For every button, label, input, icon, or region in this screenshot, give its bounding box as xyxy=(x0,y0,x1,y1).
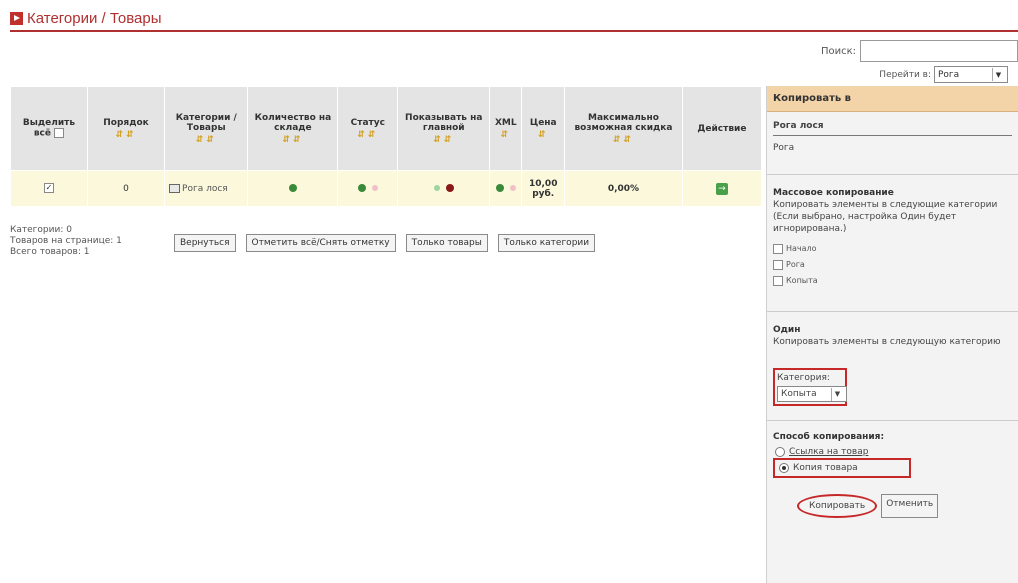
select-all-checkbox[interactable] xyxy=(54,128,65,139)
show-main-cell xyxy=(397,170,491,207)
stats-total: Всего товаров: 1 xyxy=(10,247,90,257)
xml-off-icon[interactable] xyxy=(509,185,516,191)
jump-label: Перейти в: xyxy=(879,69,931,80)
status-on-icon[interactable] xyxy=(357,184,366,192)
cancel-button[interactable]: Отменить xyxy=(881,494,939,518)
action-buttons: Вернуться Отметить всё/Снять отметку Тол… xyxy=(174,234,596,252)
panel-item-title: Рога лося xyxy=(773,120,1012,136)
mass-option[interactable]: Копыта xyxy=(773,275,1012,287)
col-status: Статус ⇵⇵ xyxy=(337,86,399,171)
section-arrow-icon xyxy=(10,11,23,25)
panel-item-section: Рога лося Рога xyxy=(767,112,1018,158)
jump-select[interactable]: Рога ▼ xyxy=(934,66,1008,83)
panel-item-subtitle: Рога xyxy=(773,143,795,153)
back-button[interactable]: Вернуться xyxy=(174,234,236,252)
category-label: Категория: xyxy=(777,373,830,383)
table-row: ✓ 0 Рога лося 10,00 руб. 0,00% → xyxy=(9,170,763,207)
col-select-all: Выделить всё xyxy=(9,86,89,171)
mass-copy-section: Массовое копирование Копировать элементы… xyxy=(767,175,1018,291)
copy-method-section: Способ копирования: Ссылка на товар Копи… xyxy=(767,421,1018,522)
method-link-radio[interactable] xyxy=(775,446,785,457)
sort-arrows-icon[interactable]: ⇵ xyxy=(524,130,562,140)
copy-panel: Копировать в Рога лося Рога Массовое коп… xyxy=(766,86,1018,583)
row-checkbox-cell: ✓ xyxy=(9,170,89,207)
show-main-off-icon[interactable] xyxy=(445,184,454,192)
sort-arrows-icon[interactable]: ⇵⇵ xyxy=(340,130,395,140)
col-action: Действие xyxy=(681,86,763,171)
price-cell: 10,00 руб. xyxy=(521,170,566,207)
col-xml: XML ⇵ xyxy=(489,86,523,171)
order-cell: 0 xyxy=(87,170,166,207)
panel-header: Копировать в xyxy=(767,86,1018,112)
sort-arrows-icon[interactable]: ⇵⇵ xyxy=(400,135,487,145)
chevron-down-icon: ▼ xyxy=(831,387,843,401)
stock-status-icon xyxy=(288,184,297,192)
jump-select-value: Рога xyxy=(938,69,960,80)
edit-arrow-icon[interactable]: → xyxy=(715,182,728,195)
copy-method-title: Способ копирования: xyxy=(773,432,885,442)
mass-copy-desc: Копировать элементы в следующие категори… xyxy=(773,200,998,234)
col-order: Порядок ⇵⇵ xyxy=(87,86,166,171)
toggle-select-button[interactable]: Отметить всё/Снять отметку xyxy=(245,234,396,252)
method-copy-radio[interactable] xyxy=(779,462,789,473)
mass-option-checkbox[interactable] xyxy=(773,276,783,286)
method-link-option[interactable]: Ссылка на товар xyxy=(775,446,1012,458)
mass-option[interactable]: Рога xyxy=(773,259,1012,271)
folder-icon xyxy=(169,183,181,193)
category-select-value: Копыта xyxy=(781,389,817,399)
status-off-icon[interactable] xyxy=(371,185,378,191)
page-title: Категории / Товары xyxy=(27,9,162,27)
action-cell: → xyxy=(681,170,763,207)
row-checkbox[interactable]: ✓ xyxy=(44,183,54,194)
sort-arrows-icon[interactable]: ⇵⇵ xyxy=(90,130,162,140)
search-input[interactable] xyxy=(860,40,1018,62)
single-copy-desc: Копировать элементы в следующую категори… xyxy=(773,337,1001,347)
only-categories-button[interactable]: Только категории xyxy=(497,234,596,252)
xml-on-icon[interactable] xyxy=(495,184,504,192)
product-name-link[interactable]: Рога лося xyxy=(182,184,228,194)
sort-arrows-icon[interactable]: ⇵⇵ xyxy=(567,135,680,145)
single-copy-title: Один xyxy=(773,325,801,335)
col-stock: Количество на складе ⇵⇵ xyxy=(247,86,339,171)
single-copy-section: Один Копировать элементы в следующую кат… xyxy=(767,312,1018,410)
col-categories: Категории / Товары ⇵⇵ xyxy=(164,86,249,171)
sort-arrows-icon[interactable]: ⇵ xyxy=(492,130,519,140)
category-picker: Категория: Копыта ▼ xyxy=(773,368,847,406)
sort-arrows-icon[interactable]: ⇵⇵ xyxy=(250,135,335,145)
copy-button[interactable]: Копировать xyxy=(797,494,878,518)
discount-cell: 0,00% xyxy=(564,170,683,207)
method-copy-option[interactable]: Копия товара xyxy=(773,458,911,478)
category-cell: Рога лося xyxy=(164,170,249,207)
col-price: Цена ⇵ xyxy=(521,86,566,171)
panel-buttons: Копировать Отменить xyxy=(797,494,1012,518)
mass-option-checkbox[interactable] xyxy=(773,260,783,270)
stock-cell xyxy=(247,170,339,207)
show-main-on-icon[interactable] xyxy=(433,185,440,191)
only-products-button[interactable]: Только товары xyxy=(405,234,488,252)
stats-categories: Категории: 0 xyxy=(10,225,72,235)
col-max-discount: Максимально возможная скидка ⇵⇵ xyxy=(564,86,683,171)
mass-option-checkbox[interactable] xyxy=(773,244,783,254)
status-cell xyxy=(337,170,399,207)
chevron-down-icon: ▼ xyxy=(992,68,1004,81)
search-row: Поиск: xyxy=(821,40,1018,62)
mass-copy-title: Массовое копирование xyxy=(773,188,894,198)
stats-per-page: Товаров на странице: 1 xyxy=(10,236,122,246)
col-show-main: Показывать на главной ⇵⇵ xyxy=(397,86,491,171)
table-header-row: Выделить всё Порядок ⇵⇵ Категории / Това… xyxy=(9,86,763,171)
search-label: Поиск: xyxy=(820,45,856,57)
products-table: Выделить всё Порядок ⇵⇵ Категории / Това… xyxy=(9,86,763,207)
xml-cell xyxy=(489,170,523,207)
sort-arrows-icon[interactable]: ⇵⇵ xyxy=(167,135,245,145)
category-select[interactable]: Копыта ▼ xyxy=(777,386,847,402)
jump-row: Перейти в: Рога ▼ xyxy=(879,66,1008,83)
mass-option[interactable]: Начало xyxy=(773,243,1012,255)
page-title-bar: Категории / Товары xyxy=(10,6,1018,32)
stats-block: Категории: 0 Товаров на странице: 1 Всег… xyxy=(10,225,122,258)
